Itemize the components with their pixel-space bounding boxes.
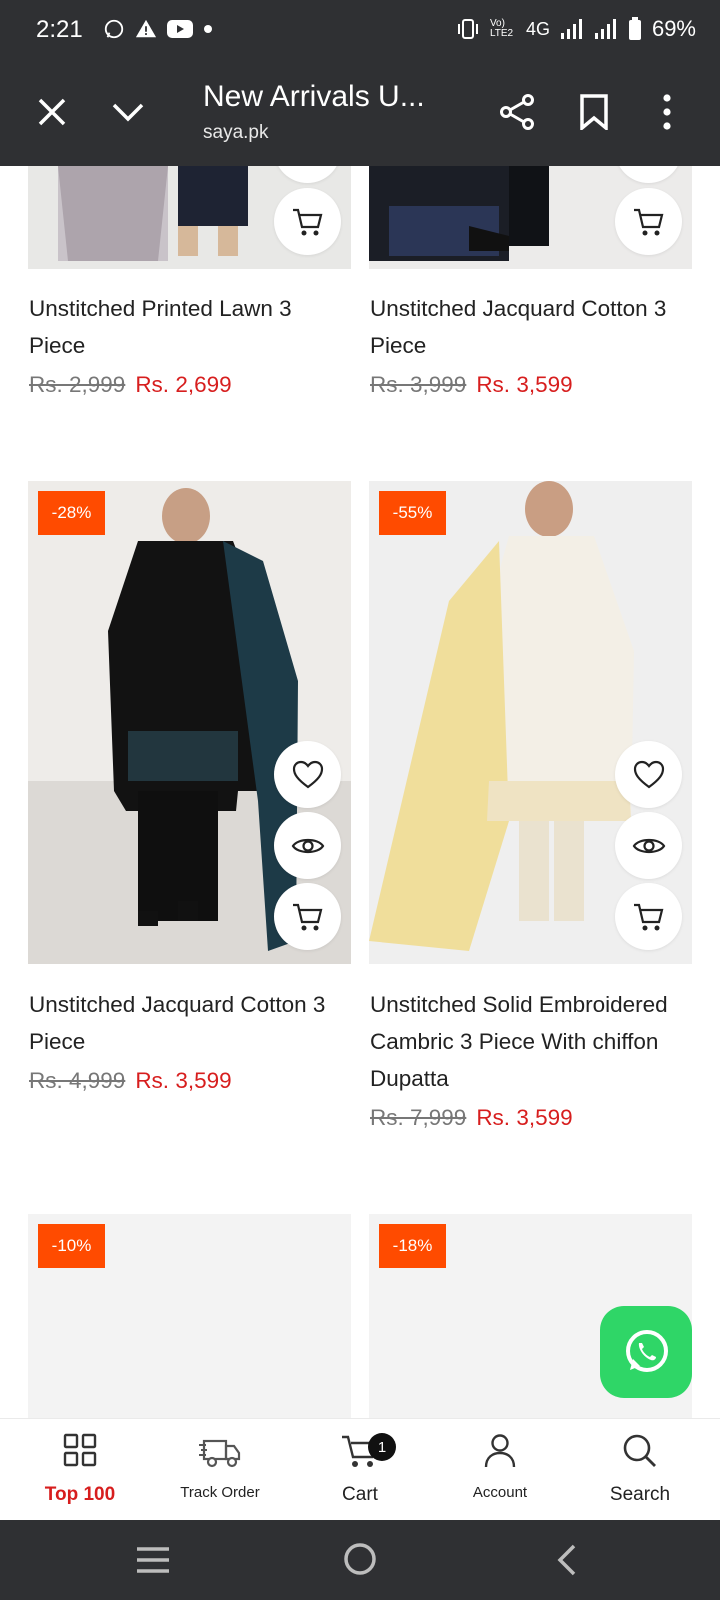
share-icon	[500, 94, 534, 130]
sale-price: Rs. 3,599	[135, 1068, 232, 1093]
status-bar: 2:21 Vo) LTE2 4G 69%	[0, 0, 720, 62]
heart-icon	[292, 760, 323, 788]
battery-percent: 69%	[651, 16, 696, 41]
product-price: Rs. 7,999 Rs. 3,599	[370, 1105, 573, 1131]
share-button[interactable]	[494, 86, 542, 138]
nav-top-100[interactable]: Top 100	[8, 1419, 152, 1521]
whatsapp-notification-icon	[104, 19, 124, 39]
nav-search[interactable]: Search	[568, 1419, 712, 1521]
sale-price: Rs. 2,699	[135, 372, 232, 397]
home-button[interactable]	[335, 1534, 385, 1584]
product-title[interactable]: Unstitched Printed Lawn 3 Piece	[29, 290, 349, 364]
youtube-icon	[167, 20, 193, 38]
user-icon	[484, 1434, 516, 1468]
signal-icon	[560, 19, 582, 39]
truck-icon	[199, 1439, 241, 1468]
menu-icon	[137, 1547, 169, 1573]
quick-view-button[interactable]	[615, 812, 682, 879]
whatsapp-icon	[626, 1330, 668, 1372]
cart-icon	[633, 208, 663, 235]
add-to-cart-button[interactable]	[274, 188, 341, 255]
sale-price: Rs. 3,599	[476, 372, 573, 397]
product-card[interactable]: Unstitched Printed Lawn 3 Piece Rs. 2,99…	[28, 166, 351, 426]
old-price: Rs. 3,999	[370, 372, 467, 397]
page-domain: saya.pk	[203, 122, 269, 143]
product-card[interactable]: -28% Unstitched Jacquard Cotton 3 Piece …	[28, 481, 351, 1121]
signal-icon-2	[594, 19, 616, 39]
collapse-button[interactable]	[104, 88, 152, 136]
cart-icon	[292, 903, 322, 930]
nav-label: Top 100	[44, 1484, 116, 1505]
close-button[interactable]	[28, 88, 76, 136]
wishlist-button[interactable]	[274, 741, 341, 808]
old-price: Rs. 7,999	[370, 1105, 467, 1130]
heart-icon	[633, 760, 664, 788]
system-navigation-bar	[0, 1520, 720, 1600]
bookmark-button[interactable]	[570, 86, 618, 138]
add-to-cart-button[interactable]	[615, 883, 682, 950]
product-image[interactable]: -10%	[28, 1214, 351, 1418]
bookmark-icon	[580, 94, 608, 130]
status-time: 2:21	[36, 16, 83, 43]
old-price: Rs. 4,999	[29, 1068, 126, 1093]
nav-account[interactable]: Account	[428, 1419, 572, 1521]
bottom-navigation: Top 100 Track Order Cart 1 Account Searc…	[0, 1418, 720, 1521]
recent-apps-button[interactable]	[128, 1538, 178, 1582]
product-grid: Unstitched Printed Lawn 3 Piece Rs. 2,99…	[0, 166, 720, 1418]
product-title[interactable]: Unstitched Solid Embroidered Cambric 3 P…	[370, 986, 690, 1097]
sale-price: Rs. 3,599	[476, 1105, 573, 1130]
discount-badge: -10%	[38, 1224, 105, 1268]
notification-icons	[103, 18, 213, 40]
cart-count-badge: 1	[368, 1433, 396, 1461]
more-options-button[interactable]	[646, 86, 688, 138]
nav-label: Search	[609, 1484, 671, 1505]
nav-label: Account	[472, 1484, 528, 1501]
volte-label: Vo) LTE2	[489, 18, 514, 39]
dot-icon	[204, 25, 212, 33]
nav-label: Track Order	[180, 1484, 260, 1501]
product-price: Rs. 2,999 Rs. 2,699	[29, 372, 232, 398]
eye-icon	[291, 838, 324, 853]
close-icon	[38, 98, 66, 126]
discount-badge: -18%	[379, 1224, 446, 1268]
search-icon	[623, 1434, 656, 1467]
product-title[interactable]: Unstitched Jacquard Cotton 3 Piece	[29, 986, 349, 1060]
warning-icon	[135, 19, 157, 38]
product-price: Rs. 4,999 Rs. 3,599	[29, 1068, 232, 1094]
product-title[interactable]: Unstitched Jacquard Cotton 3 Piece	[370, 290, 690, 364]
nav-label: Cart	[342, 1484, 378, 1505]
discount-badge: -55%	[379, 491, 446, 535]
discount-badge: -28%	[38, 491, 105, 535]
battery-icon	[628, 17, 641, 40]
nav-track-order[interactable]: Track Order	[148, 1419, 292, 1521]
product-card[interactable]: Unstitched Jacquard Cotton 3 Piece Rs. 3…	[369, 166, 692, 426]
cart-icon	[633, 903, 663, 930]
cart-icon	[292, 208, 322, 235]
eye-icon	[632, 838, 665, 853]
home-circle-icon	[344, 1543, 376, 1575]
product-card[interactable]: -55% Unstitched Solid Embroidered Cambri…	[369, 481, 692, 1161]
network-type: 4G	[525, 18, 550, 39]
browser-toolbar: New Arrivals U... saya.pk	[0, 62, 720, 166]
wishlist-button[interactable]	[615, 741, 682, 808]
add-to-cart-button[interactable]	[274, 883, 341, 950]
product-card[interactable]: -10%	[28, 1214, 351, 1418]
product-price: Rs. 3,999 Rs. 3,599	[370, 372, 573, 398]
nav-cart[interactable]: Cart	[288, 1419, 432, 1521]
quick-view-button[interactable]	[274, 812, 341, 879]
vibrate-icon	[457, 19, 478, 39]
back-icon	[557, 1544, 576, 1576]
old-price: Rs. 2,999	[29, 372, 126, 397]
more-vertical-icon	[663, 94, 671, 130]
whatsapp-chat-button[interactable]	[600, 1306, 692, 1398]
status-right: Vo) LTE2 4G 69%	[456, 16, 696, 42]
page-title: New Arrivals U...	[203, 80, 425, 113]
back-button[interactable]	[542, 1536, 592, 1584]
add-to-cart-button[interactable]	[615, 188, 682, 255]
grid-icon	[63, 1433, 97, 1467]
chevron-down-icon	[112, 103, 144, 122]
